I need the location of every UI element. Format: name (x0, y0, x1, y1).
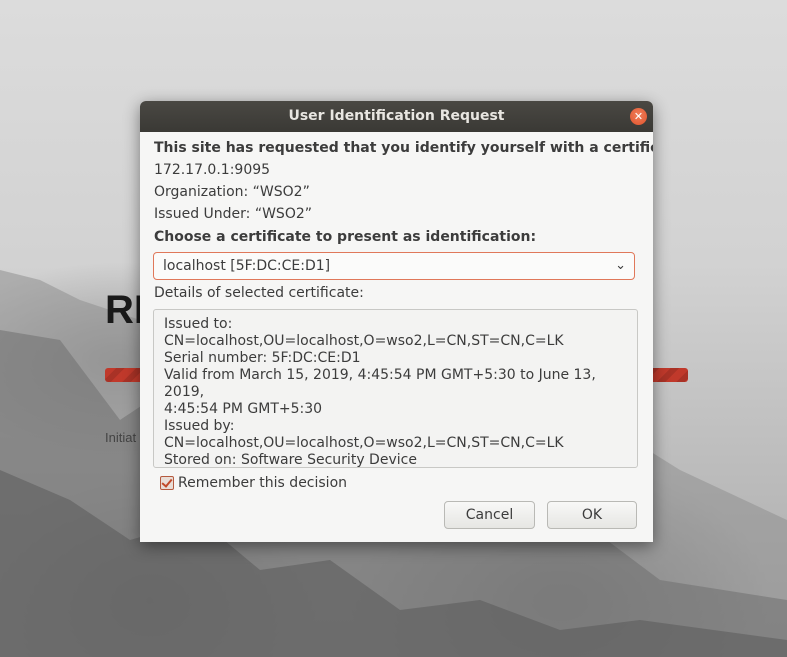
chevron-down-icon: ⌄ (615, 258, 626, 273)
certificate-select[interactable]: localhost [5F:DC:CE:D1] ⌄ (153, 252, 635, 280)
details-valid-period: Valid from March 15, 2019, 4:45:54 PM GM… (164, 367, 601, 400)
host-text: 172.17.0.1:9095 (154, 162, 271, 178)
dialog-title: User Identification Request (288, 108, 505, 124)
remember-decision-label: Remember this decision (178, 475, 348, 491)
background-page-title: RI (105, 288, 145, 332)
close-icon: ✕ (633, 110, 644, 123)
request-intro-text: This site has requested that you identif… (154, 140, 653, 156)
ok-button[interactable]: OK (547, 501, 637, 529)
organization-text: Organization: “WSO2” (154, 184, 310, 200)
issued-under-text: Issued Under: “WSO2” (154, 206, 312, 222)
remember-decision-checkbox[interactable] (160, 476, 174, 490)
certificate-details-box[interactable]: Issued to: CN=localhost,OU=localhost,O=w… (153, 309, 638, 468)
details-issued-to: Issued to: CN=localhost,OU=localhost,O=w… (164, 316, 564, 349)
user-identification-dialog: User Identification Request ✕ This site … (140, 101, 653, 542)
dialog-titlebar: User Identification Request ✕ (140, 101, 653, 132)
details-label: Details of selected certificate: (154, 285, 364, 301)
background-status-text: Initiat (105, 430, 137, 445)
details-serial-number: Serial number: 5F:DC:CE:D1 (164, 350, 361, 366)
remember-decision-row[interactable]: Remember this decision (160, 475, 347, 491)
details-valid-period-continued: 4:45:54 PM GMT+5:30 (164, 401, 323, 417)
choose-certificate-label: Choose a certificate to present as ident… (154, 229, 537, 245)
cancel-button[interactable]: Cancel (444, 501, 535, 529)
details-stored-on: Stored on: Software Security Device (164, 452, 417, 468)
certificate-select-value: localhost [5F:DC:CE:D1] (163, 258, 331, 274)
details-issued-by: Issued by: CN=localhost,OU=localhost,O=w… (164, 418, 564, 451)
close-button[interactable]: ✕ (630, 108, 647, 125)
